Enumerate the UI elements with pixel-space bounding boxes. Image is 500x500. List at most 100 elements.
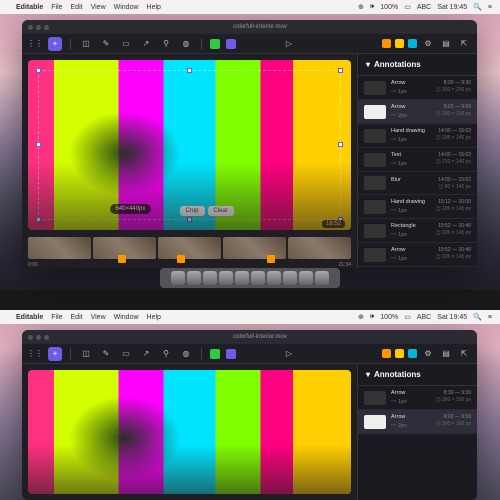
- traffic-lights[interactable]: [28, 335, 49, 340]
- pencil-icon[interactable]: ✎: [99, 37, 113, 51]
- dock-item[interactable]: [203, 271, 217, 285]
- settings-icon[interactable]: ⚙: [421, 347, 435, 361]
- handle-ml[interactable]: [36, 142, 41, 147]
- notifications-icon[interactable]: ≡: [488, 4, 492, 11]
- wifi-icon[interactable]: ⊕: [358, 3, 364, 11]
- timeline-clip[interactable]: [288, 237, 351, 259]
- battery-icon[interactable]: ▭: [404, 313, 411, 321]
- battery-icon[interactable]: ▭: [404, 3, 411, 11]
- chevron-down-icon[interactable]: ▾: [366, 370, 370, 379]
- tag-yellow[interactable]: [395, 349, 404, 358]
- annotation-item[interactable]: Arrow9:02 — 9:59〰 2px◫ 300 × 200 px: [358, 100, 477, 124]
- annotation-item[interactable]: Arrow8:30 — 9:30〰 1px◫ 300 × 200 px: [358, 76, 477, 100]
- menu-window[interactable]: Window: [114, 314, 139, 321]
- menu-edit[interactable]: Edit: [71, 314, 83, 321]
- volume-icon[interactable]: 🕪: [370, 313, 374, 321]
- annotation-item[interactable]: Arrow15:52 — 16:40〰 1px◫ 105 × 145 px: [358, 243, 477, 267]
- menu-help[interactable]: Help: [147, 4, 161, 11]
- clock[interactable]: Sat 19:45: [437, 314, 467, 321]
- macos-dock[interactable]: [160, 268, 340, 288]
- blur-icon[interactable]: ◍: [179, 37, 193, 51]
- timeline-clip[interactable]: [158, 237, 221, 259]
- handle-tm[interactable]: [187, 68, 192, 73]
- titlebar[interactable]: colorfull-interior.mov: [22, 20, 477, 34]
- clear-button[interactable]: Clear: [208, 206, 234, 216]
- handle-bl[interactable]: [36, 217, 41, 222]
- crop-tool-icon[interactable]: ◫: [79, 347, 93, 361]
- dock-item[interactable]: [251, 271, 265, 285]
- annotation-item[interactable]: Hand drawing15:12 — 16:00〰 1px◫ 105 × 14…: [358, 195, 477, 219]
- dock-item[interactable]: [235, 271, 249, 285]
- tag-orange[interactable]: [382, 349, 391, 358]
- handle-tl[interactable]: [36, 68, 41, 73]
- input-source[interactable]: ABC: [417, 314, 431, 321]
- export-icon[interactable]: ⇱: [457, 37, 471, 51]
- play-button[interactable]: ▷: [282, 347, 296, 361]
- add-button[interactable]: +: [48, 37, 62, 51]
- annotation-item[interactable]: Blur14:00 — 15:02◫ 80 × 145 px: [358, 172, 477, 195]
- crop-button[interactable]: Crop: [180, 206, 205, 216]
- settings-icon[interactable]: ⚙: [421, 37, 435, 51]
- clock[interactable]: Sat 19:45: [437, 4, 467, 11]
- input-source[interactable]: ABC: [417, 4, 431, 11]
- dock-item[interactable]: [219, 271, 233, 285]
- marker-icon[interactable]: [118, 255, 126, 263]
- menu-view[interactable]: View: [91, 4, 106, 11]
- timeline-clip[interactable]: [223, 237, 286, 259]
- volume-icon[interactable]: 🕪: [370, 3, 374, 11]
- titlebar[interactable]: colorfull-interior.mov: [22, 330, 477, 344]
- menu-help[interactable]: Help: [147, 314, 161, 321]
- crop-tool-icon[interactable]: ◫: [79, 37, 93, 51]
- layers-icon[interactable]: ▤: [439, 347, 453, 361]
- color-swatch-purple[interactable]: [226, 349, 236, 359]
- annotation-item[interactable]: Arrow9:02 — 9:59〰 2px◫ 300 × 200 px: [358, 410, 477, 434]
- pencil-icon[interactable]: ✎: [99, 347, 113, 361]
- handle-tr[interactable]: [338, 68, 343, 73]
- play-button[interactable]: ▷: [282, 37, 296, 51]
- dock-item[interactable]: [267, 271, 281, 285]
- shape-icon[interactable]: ▭: [119, 37, 133, 51]
- handle-mr[interactable]: [338, 142, 343, 147]
- marker-icon[interactable]: [267, 255, 275, 263]
- dock-item[interactable]: [187, 271, 201, 285]
- arrow-tool-icon[interactable]: ↗: [139, 37, 153, 51]
- annotation-item[interactable]: Arrow8:30 — 9:30〰 1px◫ 300 × 200 px: [358, 386, 477, 410]
- add-button[interactable]: +: [48, 347, 62, 361]
- tag-yellow[interactable]: [395, 39, 404, 48]
- wifi-icon[interactable]: ⊕: [358, 313, 364, 321]
- dock-item[interactable]: [283, 271, 297, 285]
- app-name[interactable]: Editable: [16, 4, 43, 11]
- search-icon[interactable]: 🔍: [473, 3, 482, 11]
- video-canvas[interactable]: [28, 370, 351, 494]
- chevron-down-icon[interactable]: ▾: [366, 60, 370, 69]
- menu-window[interactable]: Window: [114, 4, 139, 11]
- dock-item[interactable]: [171, 271, 185, 285]
- grid-icon[interactable]: ⋮⋮: [28, 347, 42, 361]
- timeline-clip[interactable]: [93, 237, 156, 259]
- menu-edit[interactable]: Edit: [71, 4, 83, 11]
- arrow-tool-icon[interactable]: ↗: [139, 347, 153, 361]
- export-icon[interactable]: ⇱: [457, 347, 471, 361]
- layers-icon[interactable]: ▤: [439, 37, 453, 51]
- color-swatch-green[interactable]: [210, 349, 220, 359]
- search-icon[interactable]: 🔍: [473, 313, 482, 321]
- marker-icon[interactable]: [177, 255, 185, 263]
- pin-icon[interactable]: ⚲: [159, 347, 173, 361]
- blur-icon[interactable]: ◍: [179, 347, 193, 361]
- annotation-item[interactable]: Rectangle15:52 — 16:40〰 1px◫ 105 × 145 p…: [358, 219, 477, 243]
- color-swatch-green[interactable]: [210, 39, 220, 49]
- menu-view[interactable]: View: [91, 314, 106, 321]
- crop-frame[interactable]: [38, 70, 341, 220]
- shape-icon[interactable]: ▭: [119, 347, 133, 361]
- video-canvas[interactable]: 640×440px Crop Clear 18:52: [28, 60, 351, 230]
- annotation-item[interactable]: Text14:00 — 15:02〰 1px◫ 210 × 140 px: [358, 148, 477, 172]
- annotation-item[interactable]: Hand drawing14:00 — 15:02〰 1px◫ 105 × 14…: [358, 124, 477, 148]
- grid-icon[interactable]: ⋮⋮: [28, 37, 42, 51]
- tag-cyan[interactable]: [408, 349, 417, 358]
- handle-br[interactable]: [338, 217, 343, 222]
- dock-item[interactable]: [299, 271, 313, 285]
- handle-bm[interactable]: [187, 217, 192, 222]
- menu-file[interactable]: File: [51, 4, 62, 11]
- menu-file[interactable]: File: [51, 314, 62, 321]
- traffic-lights[interactable]: [28, 25, 49, 30]
